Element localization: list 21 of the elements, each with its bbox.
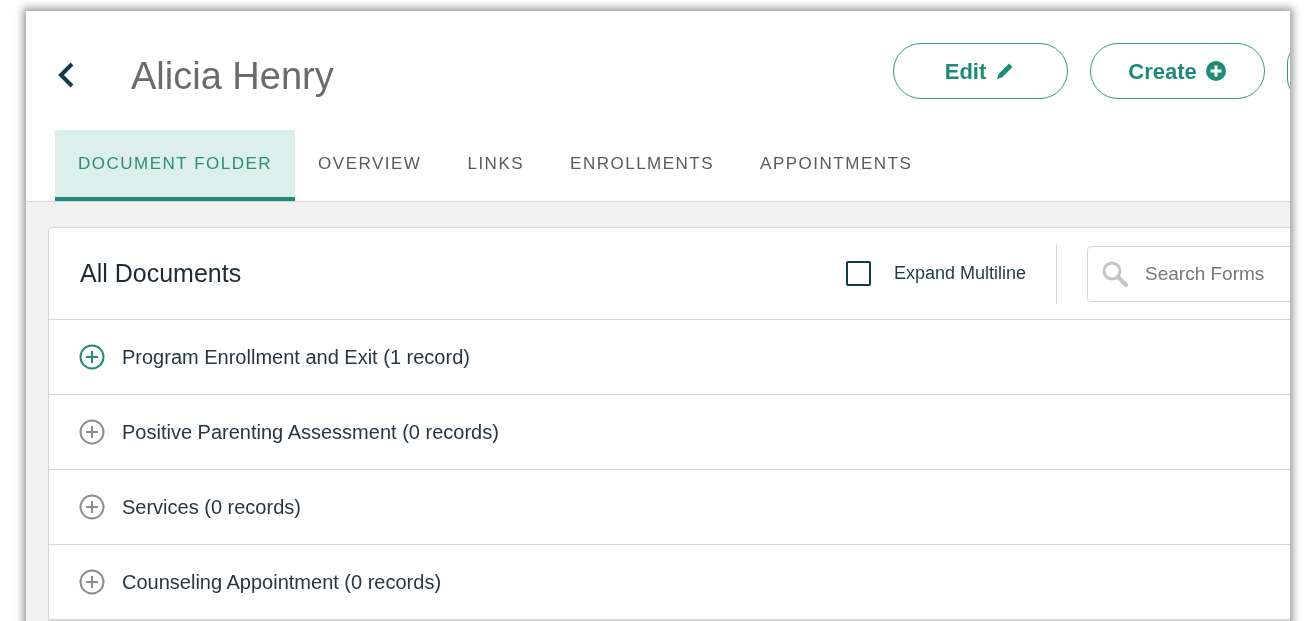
search-field[interactable]: Search Forms [1087,245,1290,302]
document-group-label[interactable]: Counseling Appointment (0 records) [122,567,442,597]
tab[interactable]: OVERVIEW [295,130,445,201]
document-group-label[interactable]: Positive Parenting Assessment (0 records) [122,417,499,447]
document-group-label[interactable]: Program Enrollment and Exit (1 record) [122,342,470,372]
expand-plus-icon[interactable] [79,569,105,595]
back-chevron-icon[interactable] [56,61,76,89]
tab[interactable]: LINKS [444,130,548,201]
tab[interactable]: ENROLLMENTS [547,130,738,201]
plus-circle-icon [1204,60,1227,82]
page-title: Alicia Henry [131,57,334,95]
checkbox-label: Expand Multiline [893,262,1026,285]
expand-plus-icon[interactable] [79,494,105,520]
expand-plus-icon[interactable] [79,419,105,445]
card-title: All Documents [80,257,242,289]
expand-multiline-checkbox[interactable] [845,261,871,286]
edit-button[interactable]: Edit [893,43,1068,99]
create-button[interactable]: Create [1090,43,1265,99]
tab[interactable]: APPOINTMENTS [737,130,936,201]
expand-plus-icon[interactable] [79,344,105,370]
document-group-label[interactable]: Services (0 records) [122,492,301,522]
